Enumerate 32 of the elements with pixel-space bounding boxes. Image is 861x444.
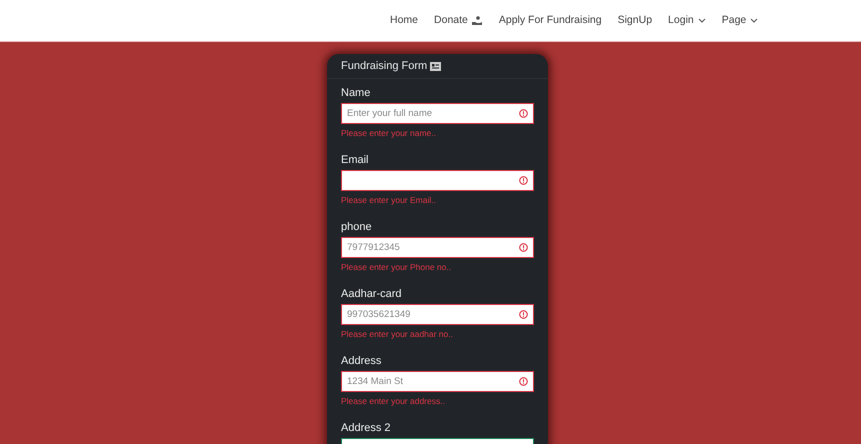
error-message: Please enter your Phone no.. bbox=[341, 262, 452, 273]
error-message: Please enter your Email.. bbox=[341, 195, 437, 206]
nav-link[interactable]: Login bbox=[668, 12, 706, 28]
field-label: Address 2 bbox=[341, 422, 392, 435]
field-label: Aadhar-card bbox=[341, 288, 403, 301]
id-card-icon bbox=[430, 62, 442, 70]
nav-link[interactable]: SignUp bbox=[618, 12, 652, 28]
nav-link[interactable]: Page bbox=[722, 12, 758, 28]
input-field[interactable]: 997035621349 bbox=[341, 304, 534, 325]
nav-link[interactable]: Donate bbox=[434, 12, 483, 28]
hand-coin-icon bbox=[472, 16, 483, 26]
input-field[interactable]: Enter your full name bbox=[341, 103, 534, 124]
error-message: Please enter your name.. bbox=[341, 128, 437, 139]
input-field[interactable]: 1234 Main St bbox=[341, 371, 534, 392]
alert-icon bbox=[519, 243, 528, 252]
alert-icon bbox=[519, 377, 528, 386]
field-label: Name bbox=[341, 87, 372, 100]
input-field[interactable]: 7977912345 bbox=[341, 237, 534, 258]
chevron-down-icon bbox=[750, 18, 758, 24]
chevron-down-icon bbox=[698, 18, 706, 24]
field-label: phone bbox=[341, 221, 373, 234]
nav-link[interactable]: Apply For Fundraising bbox=[498, 12, 602, 28]
field-label: Email bbox=[341, 154, 370, 167]
input-field[interactable] bbox=[341, 170, 534, 191]
error-message: Please enter your address.. bbox=[341, 396, 446, 407]
field-label: Address bbox=[341, 355, 382, 368]
form-title: Fundraising Form bbox=[341, 58, 428, 74]
alert-icon bbox=[519, 176, 528, 185]
alert-icon bbox=[519, 310, 528, 319]
error-message: Please enter your aadhar no.. bbox=[341, 329, 454, 340]
nav-link[interactable]: Home bbox=[390, 12, 418, 28]
alert-icon bbox=[519, 109, 528, 118]
